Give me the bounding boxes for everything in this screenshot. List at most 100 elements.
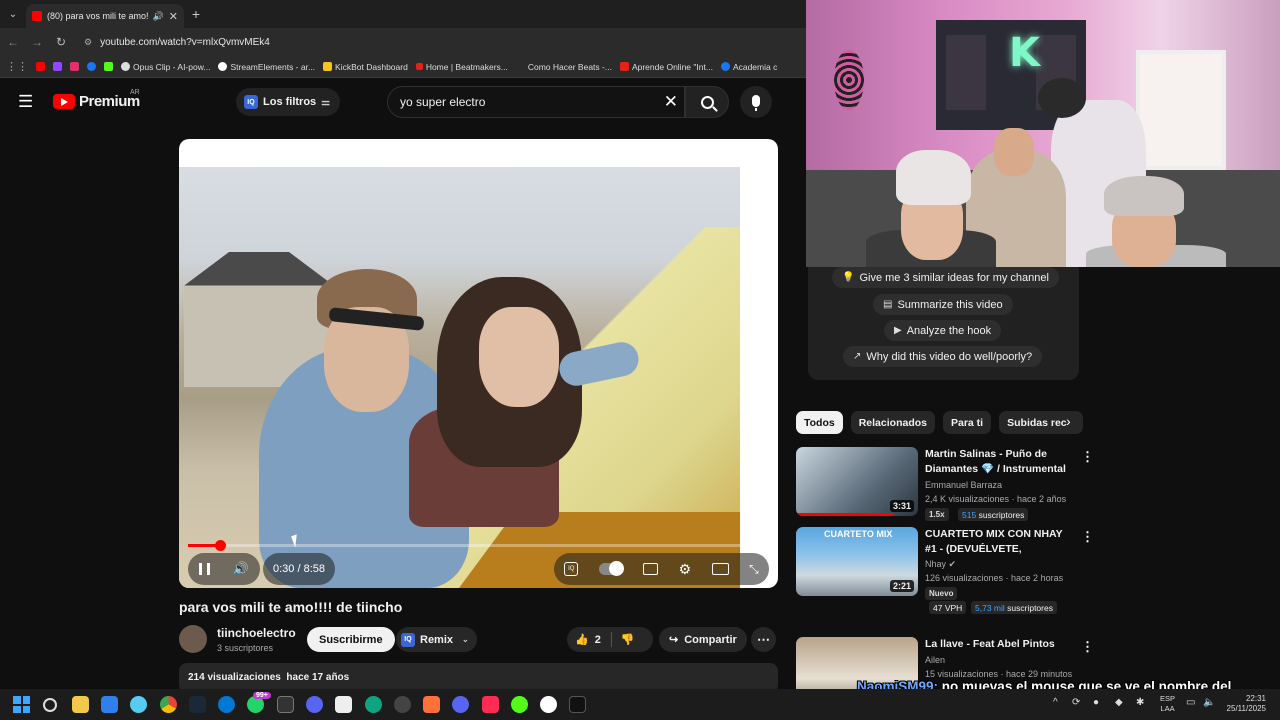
hamburger-menu-icon[interactable]: ☰ <box>18 92 33 112</box>
reload-icon[interactable]: ↻ <box>54 35 68 49</box>
new-tab-button[interactable]: + <box>184 6 208 22</box>
site-info-icon[interactable]: ⚙ <box>84 37 92 48</box>
obs-icon[interactable] <box>394 696 411 713</box>
app-icon[interactable] <box>540 696 557 713</box>
store-icon[interactable] <box>101 696 118 713</box>
subscribe-button[interactable]: Suscribirme <box>307 627 395 652</box>
more-options-icon[interactable]: ⋮ <box>1081 639 1094 655</box>
tab-audio-icon[interactable]: 🔊 <box>153 11 164 22</box>
bookmark-item[interactable]: Aprende Online "Int... <box>619 62 713 72</box>
tray-app-icon[interactable]: ◆ <box>1115 697 1123 708</box>
video-thumbnail[interactable]: CUARTETO MIX 2:21 <box>796 527 918 596</box>
youtube-play-icon <box>53 94 75 109</box>
bookmark-item[interactable]: Opus Clip - AI-pow... <box>121 62 210 72</box>
language-indicator[interactable]: ESP LAA <box>1160 694 1175 714</box>
bluetooth-icon[interactable]: ✱ <box>1136 697 1144 708</box>
discord-icon[interactable] <box>452 696 469 713</box>
volume-icon[interactable]: 🔊 <box>233 561 249 577</box>
theater-mode-icon[interactable] <box>711 563 729 575</box>
bookmark-item[interactable]: StreamElements - ar... <box>218 62 315 72</box>
recommendation-title[interactable]: Martin Salinas - Puño de Diamantes 💎 / I… <box>925 447 1075 477</box>
recommendation-title[interactable]: CUARTETO MIX CON NHAY #1 - (DEVUÉLVETE, … <box>925 527 1075 557</box>
bookmark-item[interactable] <box>104 62 113 71</box>
video-frame[interactable] <box>179 167 740 588</box>
network-icon[interactable]: ▭ <box>1186 697 1195 708</box>
fullscreen-icon[interactable]: ⤡ <box>749 562 759 577</box>
search-button[interactable] <box>685 86 729 118</box>
recommendation-title[interactable]: La llave - Feat Abel Pintos <box>925 637 1075 652</box>
chip-relacionados[interactable]: Relacionados <box>850 411 935 434</box>
progress-bar[interactable] <box>188 540 769 551</box>
bookmark-item[interactable]: Home | Beatmakers... <box>415 62 508 72</box>
windows-start-icon[interactable] <box>13 696 30 713</box>
kick-icon[interactable] <box>511 696 528 713</box>
url-field[interactable]: ⚙ youtube.com/watch?v=mlxQvmvMEk4 <box>84 37 270 48</box>
pause-icon[interactable] <box>199 563 211 575</box>
ai-prompt-why-performance[interactable]: ↗ Why did this video do well/poorly? <box>843 346 1043 367</box>
bookmark-item[interactable] <box>36 62 45 71</box>
bookmark-item[interactable]: Como Hacer Beats -... <box>515 62 612 72</box>
system-clock[interactable]: 22:31 25/11/2025 <box>1226 694 1266 714</box>
recommendation-channel[interactable]: Nhay ✔ <box>925 559 956 570</box>
steam-icon[interactable] <box>189 696 206 713</box>
share-button[interactable]: ↪ Compartir <box>659 627 747 652</box>
settings-gear-icon[interactable]: ⚙ <box>679 561 692 578</box>
ai-prompt-summarize[interactable]: ▤ Summarize this video <box>873 294 1013 315</box>
channel-name[interactable]: tiinchoelectro <box>217 626 296 640</box>
back-icon[interactable]: ← <box>6 35 20 49</box>
tab-close-icon[interactable]: ✕ <box>169 10 178 23</box>
video-thumbnail[interactable]: 3:31 <box>796 447 918 516</box>
ai-prompt-analyze-hook[interactable]: ▶ Analyze the hook <box>884 320 1002 341</box>
recommendation-meta: 126 visualizaciones · hace 2 horas <box>925 573 1064 583</box>
recommendation-channel[interactable]: Emmanuel Barraza <box>925 480 1002 490</box>
mail-icon[interactable] <box>130 696 147 713</box>
tray-overflow-icon[interactable]: ^ <box>1053 697 1058 708</box>
volume-icon[interactable]: 🔈 <box>1203 697 1215 708</box>
subtitles-icon[interactable] <box>643 563 659 575</box>
tiktok-icon[interactable] <box>482 696 499 713</box>
chip-todos[interactable]: Todos <box>796 411 843 434</box>
clear-search-icon[interactable]: ✕ <box>664 92 678 112</box>
chrome-icon[interactable] <box>160 696 177 713</box>
bookmark-item[interactable]: Academia c <box>720 62 777 72</box>
chevron-right-icon[interactable]: › <box>1066 413 1071 429</box>
browser-tab[interactable]: (80) para vos mili te amo!!!! 🔊 ✕ <box>26 4 184 28</box>
apps-grid-icon[interactable]: ⋮⋮ <box>6 60 28 73</box>
file-explorer-icon[interactable] <box>72 696 89 713</box>
more-actions-button[interactable]: ⋯ <box>751 627 776 652</box>
edge-icon[interactable] <box>218 696 235 713</box>
channel-avatar[interactable] <box>179 625 207 653</box>
vidiq-player-icon[interactable]: IQ <box>564 562 579 576</box>
app-icon[interactable] <box>423 696 440 713</box>
app-icon[interactable] <box>306 696 323 713</box>
epic-games-icon[interactable] <box>277 696 294 713</box>
recommendation-channel[interactable]: Ailen <box>925 655 945 665</box>
chatgpt-icon[interactable] <box>365 696 382 713</box>
remix-button[interactable]: IQ Remix ⌄ <box>396 627 477 652</box>
recommendation-item[interactable]: 3:31 Martin Salinas - Puño de Diamantes … <box>796 447 1096 521</box>
more-options-icon[interactable]: ⋮ <box>1081 449 1094 465</box>
bookmark-item[interactable] <box>87 62 96 71</box>
search-input[interactable]: yo super electro ✕ <box>387 86 685 118</box>
tiktok-live-icon[interactable] <box>569 696 586 713</box>
voice-search-button[interactable] <box>740 86 772 118</box>
capcut-icon[interactable] <box>335 696 352 713</box>
tab-list-icon[interactable]: ⌄ <box>0 0 26 28</box>
filters-button[interactable]: IQ Los filtros ⚌ <box>236 88 341 116</box>
ai-prompt-similar-ideas[interactable]: 💡 Give me 3 similar ideas for my channel <box>832 267 1059 288</box>
chip-para-ti[interactable]: Para ti <box>943 411 992 434</box>
like-button[interactable]: 👍 2 <box>567 632 612 647</box>
recommendation-item[interactable]: CUARTETO MIX 2:21 CUARTETO MIX CON NHAY … <box>796 527 1096 617</box>
forward-icon[interactable]: → <box>30 35 44 49</box>
youtube-logo[interactable]: Premium <box>53 93 140 110</box>
bookmark-item[interactable] <box>53 62 62 71</box>
tray-steam-icon[interactable]: ● <box>1093 697 1099 708</box>
autoplay-toggle[interactable] <box>598 561 624 576</box>
bookmark-item[interactable] <box>70 62 79 71</box>
bookmark-item[interactable]: KickBot Dashboard <box>323 62 408 72</box>
dislike-button[interactable]: 👎 <box>612 633 635 646</box>
more-options-icon[interactable]: ⋮ <box>1081 529 1094 545</box>
video-player[interactable]: 🔊 0:30 / 8:58 IQ ⚙ ⤡ <box>179 139 778 588</box>
search-icon[interactable] <box>43 698 57 712</box>
tray-app-icon[interactable]: ⟳ <box>1072 697 1080 708</box>
